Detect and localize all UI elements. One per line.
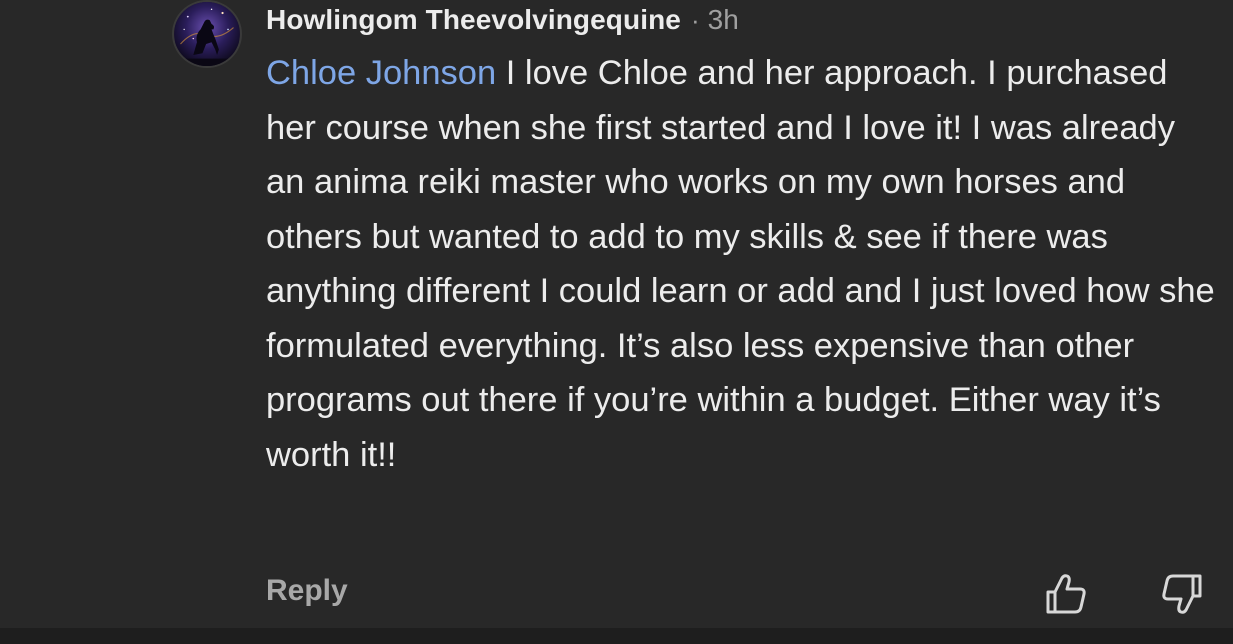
like-button[interactable] [1042, 570, 1090, 618]
separator-dot: · [690, 4, 700, 35]
comment-body: Chloe Johnson I love Chloe and her appro… [266, 46, 1216, 482]
thumbs-up-icon [1046, 574, 1086, 614]
bottom-divider-bar [0, 628, 1233, 644]
thumbs-down-icon [1162, 574, 1202, 614]
reply-button[interactable]: Reply [266, 574, 348, 608]
dislike-button[interactable] [1158, 570, 1206, 618]
comment-text: I love Chloe and her approach. I purchas… [266, 54, 1215, 474]
avatar[interactable] [172, 0, 242, 68]
comment-header: Howlingom Theevolvingequine · 3h [266, 0, 739, 40]
comment-card: Howlingom Theevolvingequine · 3h Chloe J… [0, 0, 1233, 644]
timestamp: 3h [707, 4, 739, 35]
horse-silhouette-icon [175, 2, 239, 66]
mention-link[interactable]: Chloe Johnson [266, 54, 496, 92]
author-name[interactable]: Howlingom Theevolvingequine [266, 4, 681, 36]
